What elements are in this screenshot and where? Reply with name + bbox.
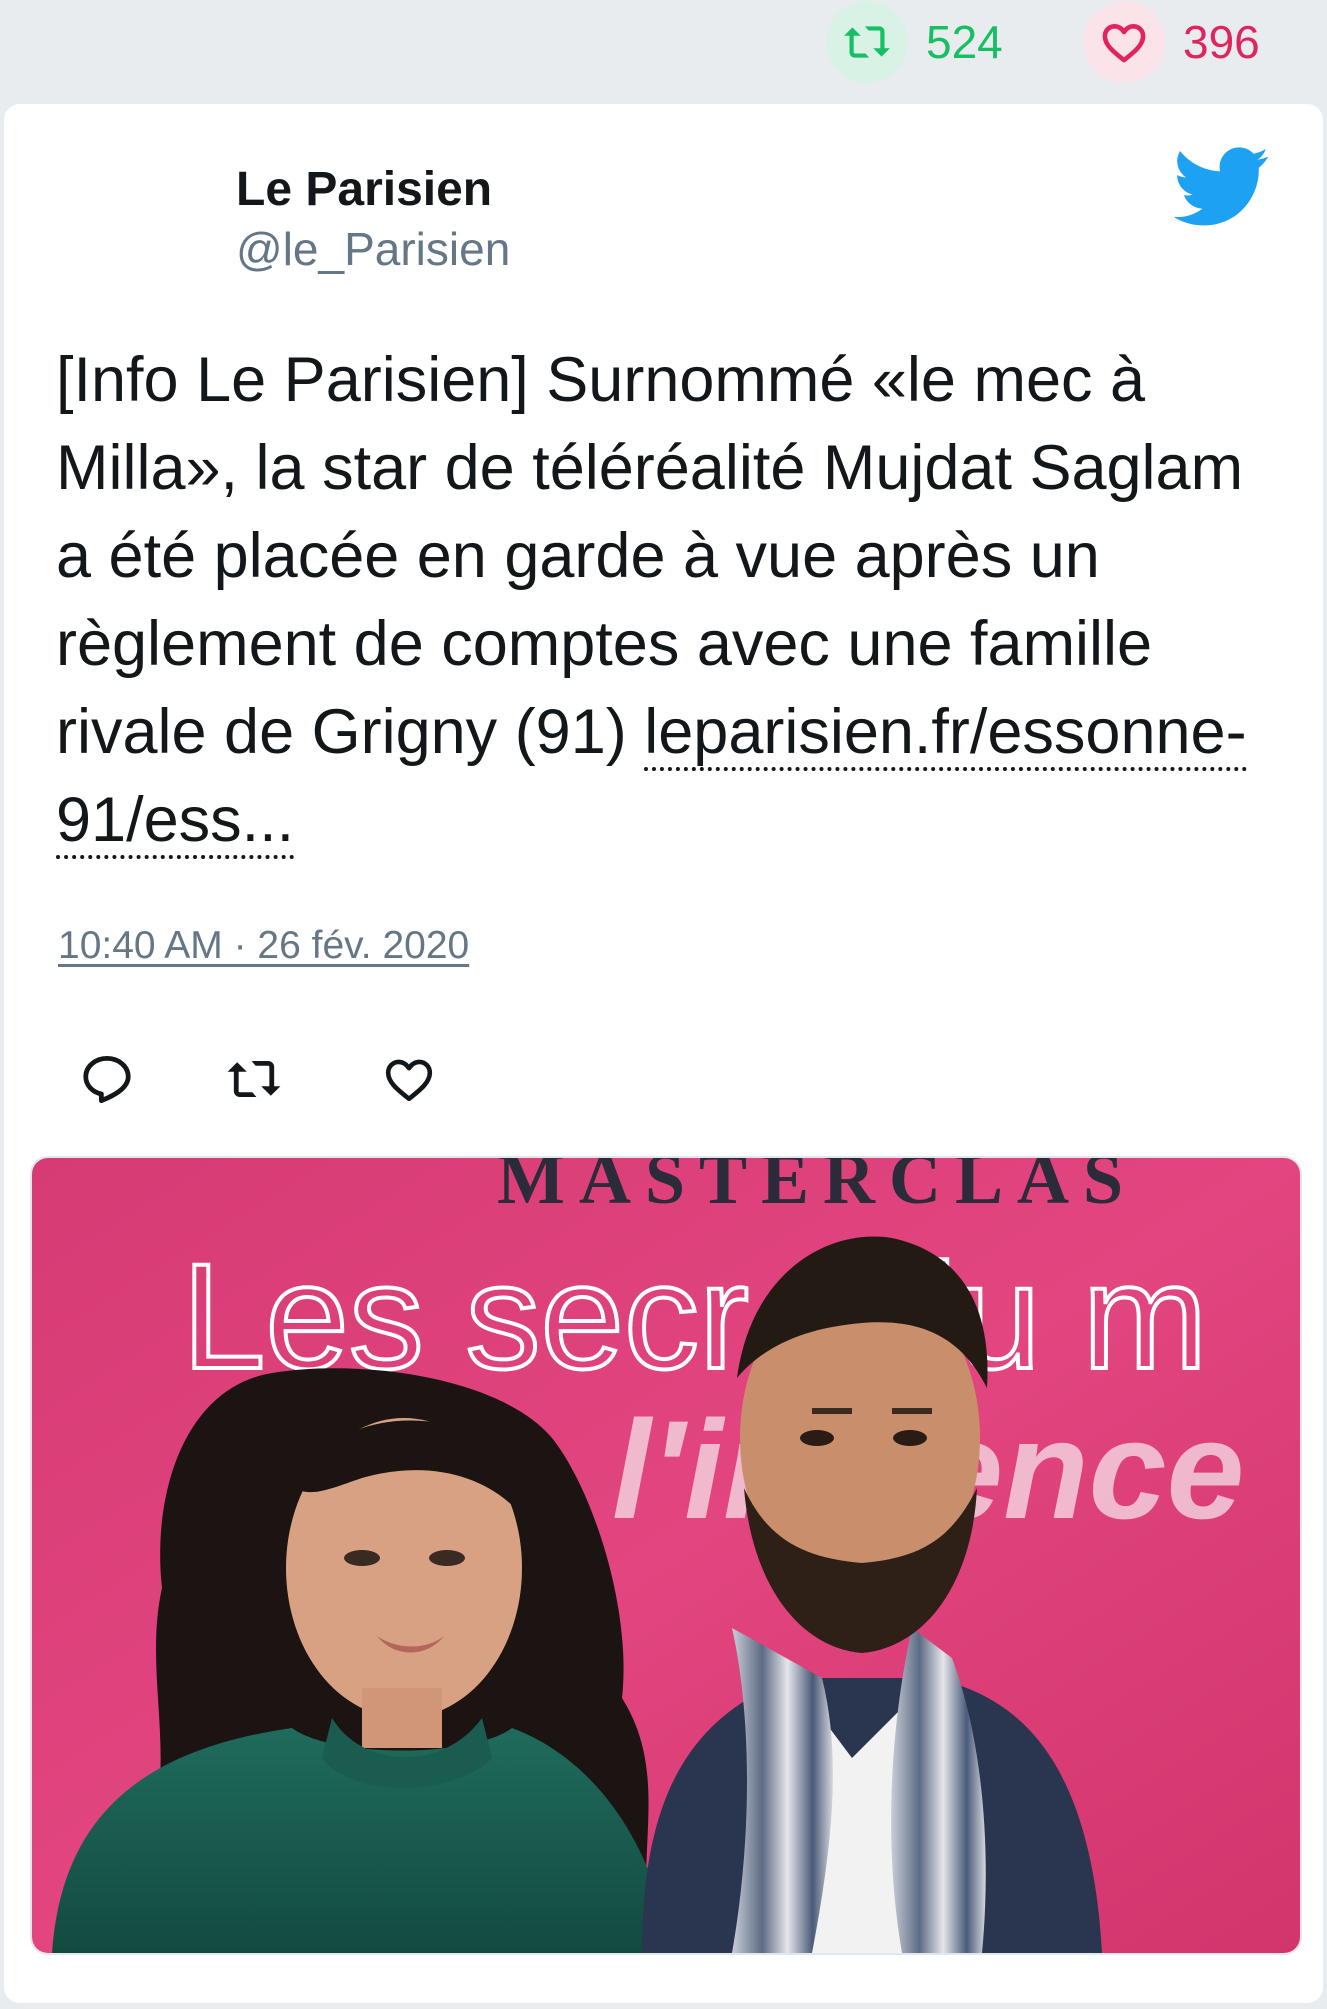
twitter-bird-icon[interactable] xyxy=(1173,144,1270,230)
author-name[interactable]: Le Parisien xyxy=(236,162,492,217)
tweet-card: Le Parisien @le_Parisien [Info Le Parisi… xyxy=(4,104,1323,2003)
like-count: 396 xyxy=(1183,16,1260,68)
engagement-stats-bar: 524 396 xyxy=(0,0,1327,100)
author-handle[interactable]: @le_Parisien xyxy=(236,222,510,276)
reply-icon[interactable] xyxy=(74,1046,140,1112)
tweet-text: [Info Le Parisien] Surnommé «le mec à Mi… xyxy=(56,336,1256,864)
heart-icon[interactable] xyxy=(1083,1,1165,83)
like-stat[interactable]: 396 xyxy=(1083,0,1260,84)
avatar[interactable] xyxy=(58,160,198,300)
retweet-action-icon[interactable] xyxy=(221,1046,287,1112)
backdrop-text-masterclass: MASTERCLAS xyxy=(497,1158,1137,1219)
like-action-icon[interactable] xyxy=(376,1046,442,1112)
tweet-photo[interactable]: MASTERCLAS Les secr du m l'in ence xyxy=(30,1156,1302,1955)
retweet-icon[interactable] xyxy=(826,1,908,83)
retweet-stat[interactable]: 524 xyxy=(826,0,1003,84)
retweet-count: 524 xyxy=(926,16,1003,68)
tweet-timestamp[interactable]: 10:40 AM · 26 fév. 2020 xyxy=(58,924,469,968)
